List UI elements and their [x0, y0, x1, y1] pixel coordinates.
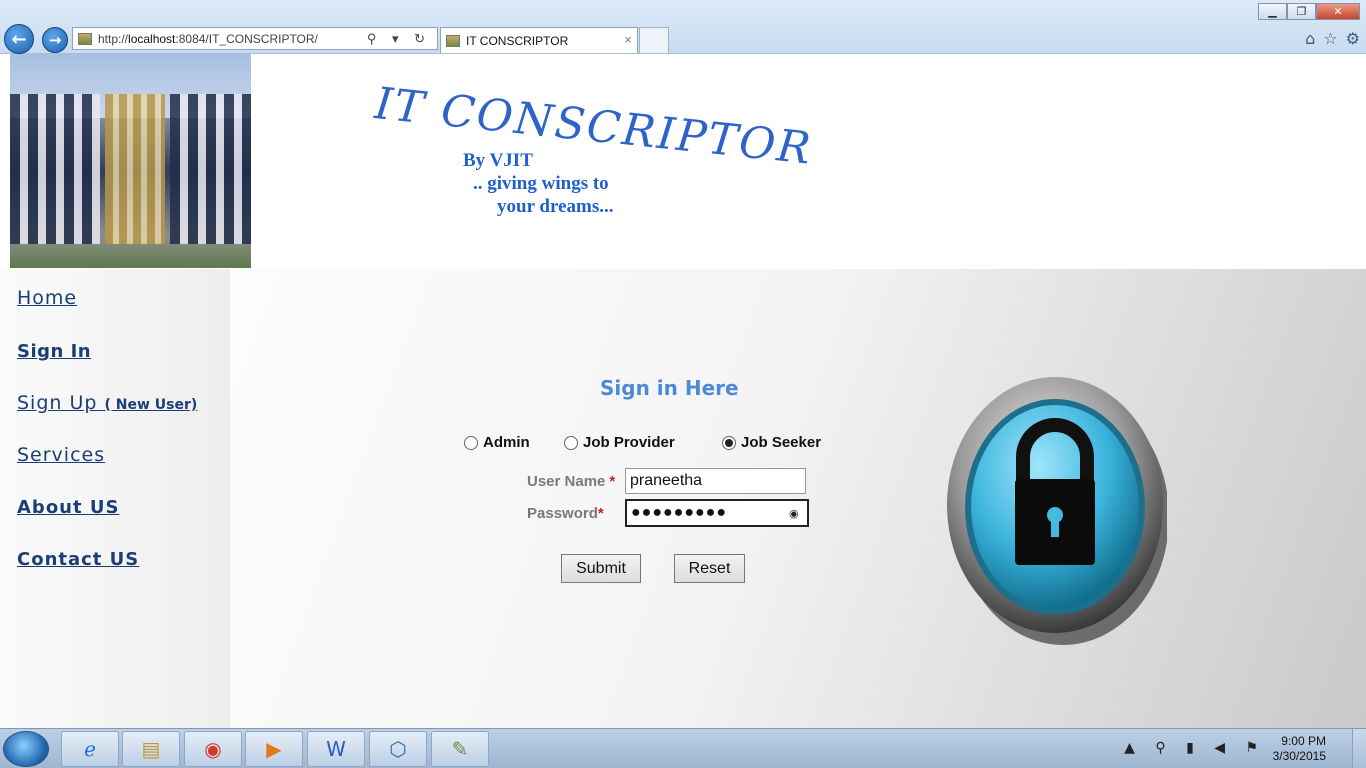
tab-favicon-icon — [446, 34, 460, 47]
clock[interactable]: 9:00 PM 3/30/2015 — [1273, 734, 1326, 764]
back-button[interactable]: ← — [4, 24, 34, 54]
tagline-line-3: your dreams... — [497, 196, 614, 217]
password-input[interactable]: ●●●●●●●●● — [625, 499, 809, 527]
taskbar: ℯ ▤ ◉ ▶ W ⬡ ✎ ▲ ⚲ ▮ ◀ ⚑ 9:00 PM 3/30/201… — [0, 728, 1366, 768]
nav-sign-in[interactable]: Sign In — [17, 341, 91, 362]
explorer-folder-icon[interactable]: ▤ — [122, 731, 180, 767]
new-tab-button[interactable] — [639, 27, 669, 53]
home-icon[interactable]: ⌂ — [1305, 29, 1315, 48]
chrome-taskbar-icon[interactable]: ◉ — [184, 731, 242, 767]
address-tools-icons[interactable]: ⚲ ▾ ↻ — [367, 31, 431, 47]
username-label: User Name * — [527, 473, 615, 490]
start-button[interactable] — [3, 731, 49, 767]
maximize-button[interactable]: ❐ — [1287, 3, 1316, 20]
required-mark: * — [609, 473, 616, 490]
submit-button[interactable]: Submit — [561, 554, 641, 583]
signin-title: Sign in Here — [600, 376, 739, 400]
username-label-text: User Name — [527, 473, 606, 490]
favorites-star-icon[interactable]: ☆ — [1323, 29, 1337, 48]
tagline-line-2: .. giving wings to — [473, 173, 609, 194]
tagline-line-1: By VJIT — [463, 150, 533, 171]
clock-date: 3/30/2015 — [1272, 749, 1326, 763]
new-user-note: ( New User) — [104, 397, 198, 413]
role-admin-label: Admin — [483, 434, 530, 451]
lock-icon — [947, 377, 1167, 645]
nav-sign-up[interactable]: Sign Up ( New User) — [17, 392, 197, 414]
forward-arrow-icon: → — [48, 31, 62, 49]
virtualbox-taskbar-icon[interactable]: ⬡ — [369, 731, 427, 767]
reveal-password-eye-icon[interactable]: ◉ — [789, 507, 799, 520]
system-tray-icons[interactable]: ▲ ⚲ ▮ ◀ ⚑ — [1124, 740, 1266, 756]
browser-tab[interactable]: IT CONSCRIPTOR × — [440, 27, 638, 53]
username-input[interactable]: praneetha — [625, 468, 806, 494]
reset-button[interactable]: Reset — [674, 554, 745, 583]
browser-chrome: ▁ ❐ ✕ ← → http://localhost:8084/IT_CONSC… — [0, 0, 1366, 54]
radio-dot[interactable] — [464, 435, 478, 450]
url-host: localhost — [128, 31, 176, 46]
campus-building-image — [10, 54, 251, 268]
address-bar[interactable]: http://localhost:8084/IT_CONSCRIPTOR/ ⚲ … — [72, 27, 438, 50]
tab-close-icon[interactable]: × — [624, 32, 632, 47]
role-provider-radio[interactable]: Job Provider — [564, 434, 675, 451]
nav-services[interactable]: Services — [17, 444, 105, 466]
nav-contact[interactable]: Contact US — [17, 549, 139, 570]
media-player-icon[interactable]: ▶ — [245, 731, 303, 767]
forward-button[interactable]: → — [42, 27, 68, 53]
close-window-button[interactable]: ✕ — [1316, 3, 1360, 20]
tab-title: IT CONSCRIPTOR — [466, 33, 569, 48]
page-favicon-icon — [78, 32, 92, 45]
minimize-button[interactable]: ▁ — [1258, 3, 1287, 20]
word-taskbar-icon[interactable]: W — [307, 731, 365, 767]
paint-taskbar-icon[interactable]: ✎ — [431, 731, 489, 767]
password-label: Password* — [527, 505, 604, 522]
role-seeker-label: Job Seeker — [741, 434, 822, 451]
settings-gear-icon[interactable]: ⚙ — [1346, 29, 1360, 48]
role-provider-label: Job Provider — [583, 434, 675, 451]
url-prefix: http:// — [98, 31, 129, 46]
role-seeker-radio[interactable]: Job Seeker — [722, 434, 821, 451]
radio-dot-selected[interactable] — [722, 435, 736, 450]
back-arrow-icon: ← — [11, 28, 27, 50]
nav-home[interactable]: Home — [17, 287, 77, 309]
show-desktop-button[interactable] — [1352, 729, 1366, 768]
nav-about[interactable]: About US — [17, 497, 119, 518]
window-controls: ▁ ❐ ✕ — [1258, 3, 1360, 20]
ie-taskbar-icon[interactable]: ℯ — [61, 731, 119, 767]
radio-dot[interactable] — [564, 435, 578, 450]
browser-right-tools: ⌂ ☆ ⚙ — [1305, 29, 1360, 48]
nav-sign-up-label: Sign Up — [17, 392, 98, 414]
clock-time: 9:00 PM — [1281, 734, 1326, 748]
role-admin-radio[interactable]: Admin — [464, 434, 530, 451]
url-path: :8084/IT_CONSCRIPTOR/ — [175, 31, 318, 46]
password-label-text: Password — [527, 505, 598, 522]
required-mark: * — [597, 505, 604, 522]
